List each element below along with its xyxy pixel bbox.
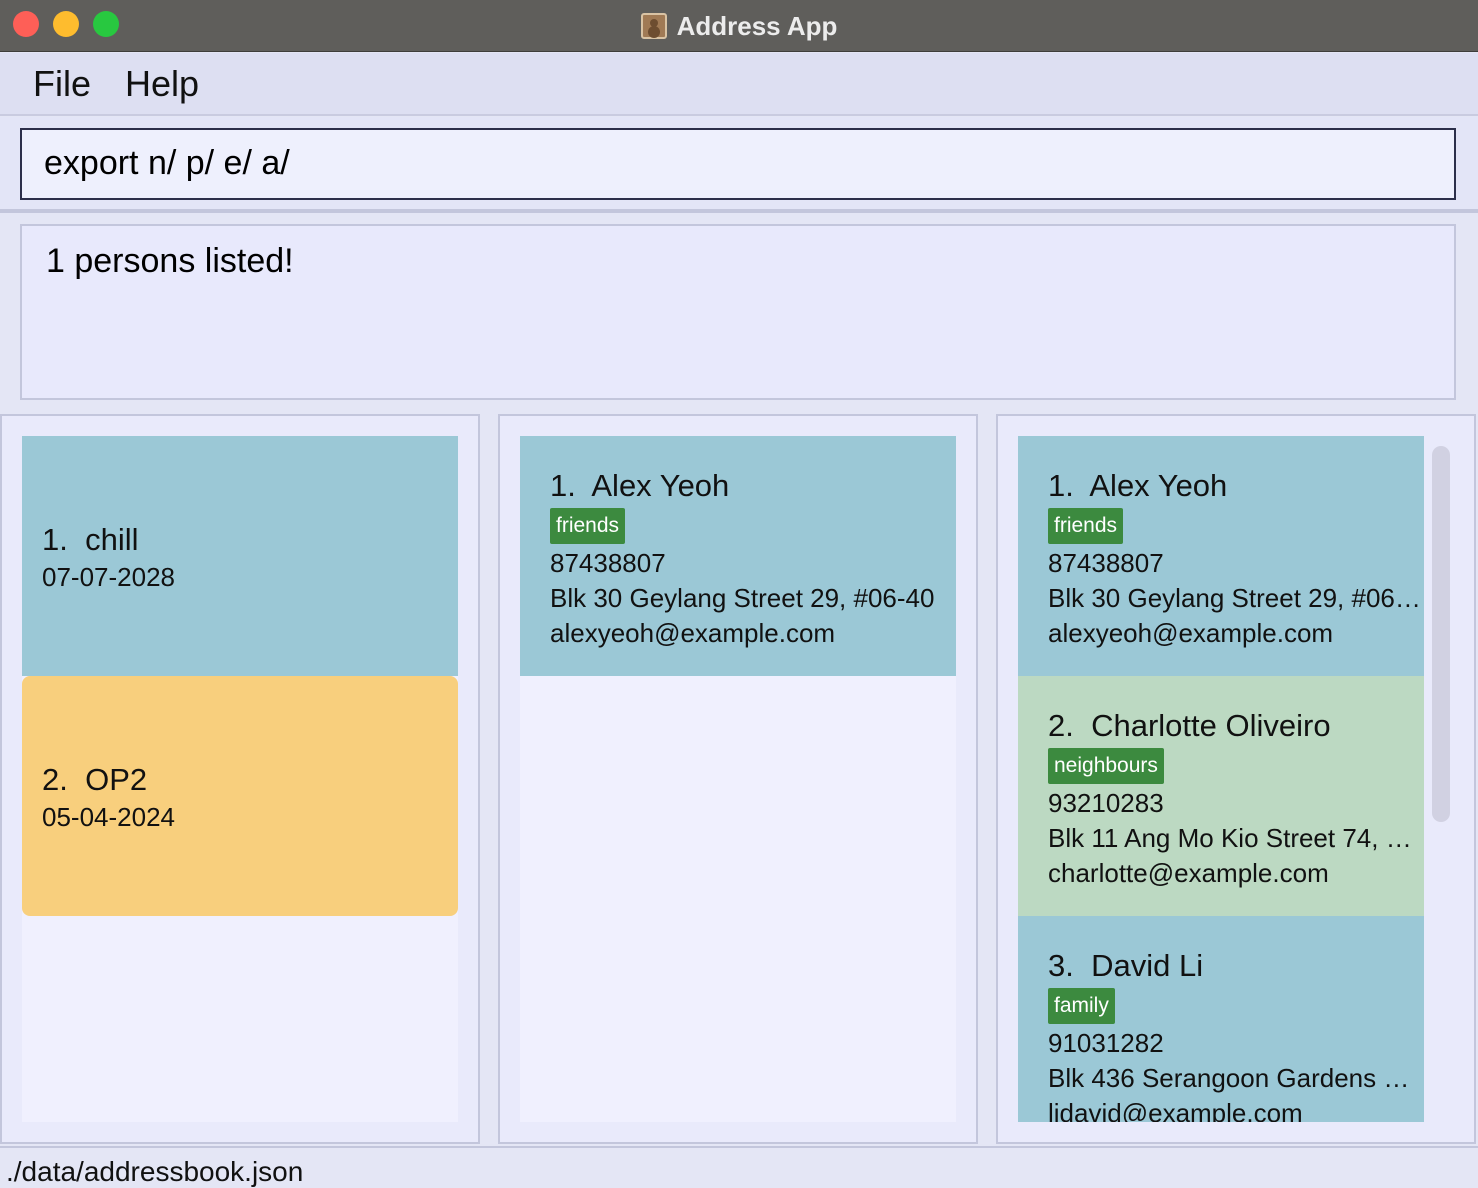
person-name: 3. David Li — [1048, 948, 1424, 984]
person-address: Blk 11 Ang Mo Kio Street 74, #11-04 — [1048, 823, 1424, 853]
event-index: 1. — [42, 522, 68, 557]
result-message: 1 persons listed! — [46, 242, 294, 280]
event-name: chill — [85, 522, 139, 557]
event-list[interactable]: 1. chill 07-07-2028 2. OP2 05-04-2024 — [22, 436, 458, 1122]
event-date: 05-04-2024 — [42, 802, 175, 832]
person-list-panel: 1. Alex Yeoh friends 87438807 Blk 30 Gey… — [996, 414, 1476, 1144]
event-name: OP2 — [85, 762, 148, 797]
person-list-scrollbar[interactable] — [1426, 440, 1454, 1120]
tag-badge: friends — [1048, 508, 1124, 544]
person-name-text: Alex Yeoh — [591, 468, 730, 503]
command-box[interactable] — [20, 128, 1456, 200]
menu-file[interactable]: File — [33, 63, 91, 105]
person-name-text: Charlotte Oliveiro — [1091, 708, 1331, 743]
save-file-path: ./data/addressbook.json — [6, 1156, 304, 1187]
event-title: 1. chill — [42, 522, 458, 558]
person-index: 2. — [1048, 708, 1074, 743]
person-address: Blk 436 Serangoon Gardens Street 26, #16… — [1048, 1063, 1424, 1093]
tag-badge: family — [1048, 988, 1115, 1024]
event-card[interactable]: 2. OP2 05-04-2024 — [22, 676, 458, 916]
person-address: Blk 30 Geylang Street 29, #06-40 — [1048, 583, 1424, 613]
filtered-person-panel: 1. Alex Yeoh friends 87438807 Blk 30 Gey… — [498, 414, 978, 1144]
command-input[interactable] — [44, 144, 1424, 183]
menu-bar: File Help — [0, 53, 1478, 116]
title-bar: Address App — [0, 0, 1478, 52]
person-index: 1. — [1048, 468, 1074, 503]
result-display: 1 persons listed! — [20, 224, 1456, 400]
person-name: 1. Alex Yeoh — [1048, 468, 1424, 504]
person-phone: 91031282 — [1048, 1028, 1164, 1058]
scrollbar-thumb[interactable] — [1432, 446, 1450, 822]
person-address: Blk 30 Geylang Street 29, #06-40 — [550, 583, 935, 613]
person-phone: 87438807 — [1048, 548, 1164, 578]
person-index: 1. — [550, 468, 576, 503]
event-title: 2. OP2 — [42, 762, 458, 798]
person-name-text: Alex Yeoh — [1089, 468, 1228, 503]
person-email: lidavid@example.com — [1048, 1098, 1303, 1122]
status-bar: ./data/addressbook.json — [0, 1146, 1478, 1188]
event-list-panel: 1. chill 07-07-2028 2. OP2 05-04-2024 — [0, 414, 480, 1144]
person-card[interactable]: 1. Alex Yeoh friends 87438807 Blk 30 Gey… — [1018, 436, 1424, 676]
person-list[interactable]: 1. Alex Yeoh friends 87438807 Blk 30 Gey… — [1018, 436, 1424, 1122]
tag-badge: neighbours — [1048, 748, 1164, 784]
person-phone: 87438807 — [550, 548, 666, 578]
person-index: 3. — [1048, 948, 1074, 983]
person-card[interactable]: 2. Charlotte Oliveiro neighbours 9321028… — [1018, 676, 1424, 916]
filtered-person-list[interactable]: 1. Alex Yeoh friends 87438807 Blk 30 Gey… — [520, 436, 956, 1122]
person-name-text: David Li — [1091, 948, 1204, 983]
person-card[interactable]: 1. Alex Yeoh friends 87438807 Blk 30 Gey… — [520, 436, 956, 676]
person-email: alexyeoh@example.com — [1048, 618, 1334, 648]
person-card[interactable]: 3. David Li family 91031282 Blk 436 Sera… — [1018, 916, 1424, 1122]
event-card[interactable]: 1. chill 07-07-2028 — [22, 436, 458, 676]
event-index: 2. — [42, 762, 68, 797]
person-email: alexyeoh@example.com — [550, 618, 836, 648]
command-area — [0, 117, 1478, 213]
person-email: charlotte@example.com — [1048, 858, 1329, 888]
menu-help[interactable]: Help — [125, 63, 199, 105]
person-name: 1. Alex Yeoh — [550, 468, 956, 504]
person-phone: 93210283 — [1048, 788, 1164, 818]
event-date: 07-07-2028 — [42, 562, 175, 592]
address-book-icon — [640, 13, 667, 39]
tag-badge: friends — [550, 508, 626, 544]
person-name: 2. Charlotte Oliveiro — [1048, 708, 1424, 744]
window-title: Address App — [676, 10, 838, 41]
